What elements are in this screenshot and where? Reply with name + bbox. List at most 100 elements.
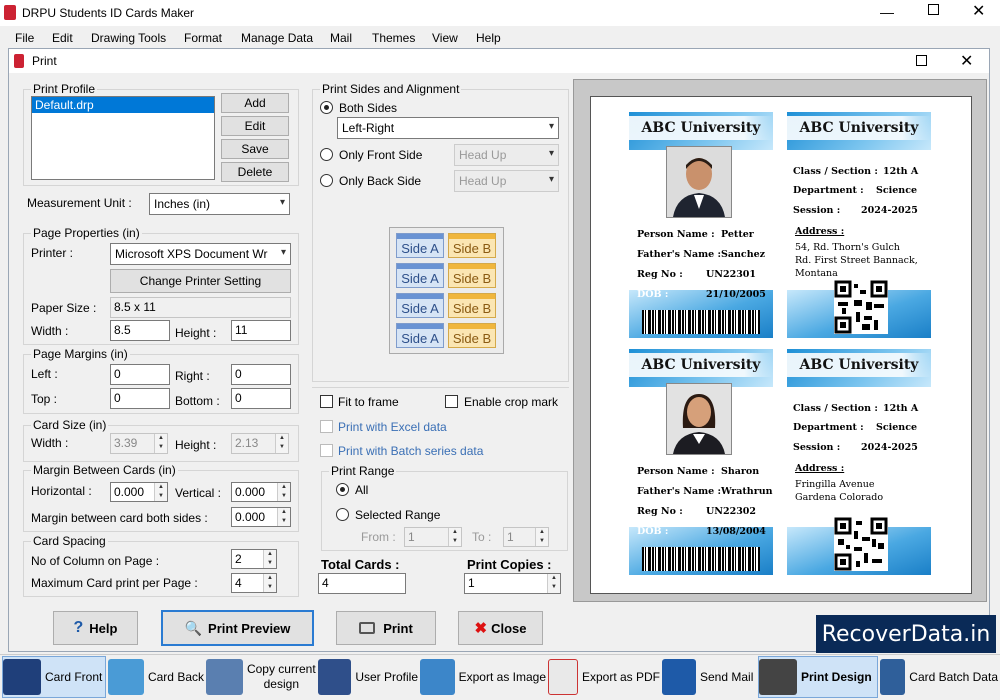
back-side-value: Head Up bbox=[459, 174, 507, 188]
side-a-cell: Side A bbox=[396, 263, 444, 288]
both-sides-select[interactable]: Left-Right ▾ bbox=[337, 117, 559, 139]
card-back-button[interactable]: Card Back bbox=[108, 656, 204, 698]
delete-profile-button[interactable]: Delete bbox=[221, 162, 289, 182]
front-side-radio[interactable] bbox=[320, 148, 333, 161]
class-value: 12th A bbox=[883, 403, 919, 414]
menu-file[interactable]: File bbox=[15, 31, 34, 45]
range-to-field: 1 ▲ ▼ bbox=[503, 527, 549, 547]
vertical-margin-field[interactable]: 0.000 ▲ ▼ bbox=[231, 482, 291, 502]
department-value: Science bbox=[876, 422, 918, 433]
copy-design-button[interactable]: Copy current design bbox=[206, 656, 316, 698]
card-batch-data-button[interactable]: Card Batch Data bbox=[880, 656, 998, 698]
app-icon bbox=[4, 5, 16, 20]
card-header: ABC University bbox=[629, 112, 773, 150]
spinner-icon[interactable]: ▲ ▼ bbox=[263, 574, 276, 592]
export-image-button[interactable]: Export as Image bbox=[420, 656, 546, 698]
menu-format[interactable]: Format bbox=[184, 31, 222, 45]
menu-bar: File Edit Drawing Tools Format Manage Da… bbox=[0, 26, 1000, 48]
export-pdf-button[interactable]: Export as PDF bbox=[548, 656, 660, 698]
both-sides-margin-field[interactable]: 0.000 ▲ ▼ bbox=[231, 507, 291, 527]
add-profile-button[interactable]: Add bbox=[221, 93, 289, 113]
margin-between-label: Margin Between Cards (in) bbox=[31, 463, 178, 477]
range-selected-radio[interactable] bbox=[336, 508, 349, 521]
print-button[interactable]: Print bbox=[336, 611, 436, 645]
card-header: ABC University bbox=[787, 112, 931, 150]
mail-icon bbox=[662, 659, 696, 695]
card-university: ABC University bbox=[641, 120, 761, 136]
margin-top-field[interactable]: 0 bbox=[110, 388, 170, 409]
spinner-icon: ▲ ▼ bbox=[275, 434, 288, 453]
close-button[interactable]: ✖ Close bbox=[458, 611, 543, 645]
menu-edit[interactable]: Edit bbox=[52, 31, 73, 45]
spinner-icon[interactable]: ▲ ▼ bbox=[277, 483, 290, 501]
total-cards-label: Total Cards : bbox=[321, 557, 400, 572]
id-card-back-1: ABC University Class / Section : 12th A … bbox=[787, 112, 931, 338]
class-label: Class / Section : bbox=[793, 166, 878, 177]
close-x-icon: ✖ bbox=[474, 620, 488, 637]
chevron-down-icon: ▾ bbox=[279, 197, 285, 208]
spinner-icon[interactable]: ▲ ▼ bbox=[154, 483, 167, 501]
spinner-icon[interactable]: ▲ ▼ bbox=[263, 550, 276, 568]
card-spacing-label: Card Spacing bbox=[31, 534, 108, 548]
preview-magnifier-icon: 🔍 bbox=[184, 619, 203, 636]
chevron-down-icon: ▾ bbox=[548, 174, 554, 185]
total-cards-field: 4 bbox=[318, 573, 406, 594]
help-button[interactable]: ? Help bbox=[53, 611, 138, 645]
page-height-field[interactable]: 11 bbox=[231, 320, 291, 341]
vertical-margin-value: 0.000 bbox=[235, 485, 266, 499]
measurement-unit-label: Measurement Unit : bbox=[27, 196, 132, 210]
spinner-icon[interactable]: ▲ ▼ bbox=[547, 574, 560, 593]
crop-mark-checkbox[interactable] bbox=[445, 395, 458, 408]
department-label: Department : bbox=[793, 422, 864, 433]
margin-left-field[interactable]: 0 bbox=[110, 364, 170, 385]
horizontal-margin-field[interactable]: 0.000 ▲ ▼ bbox=[110, 482, 168, 502]
dialog-close-icon[interactable]: ✕ bbox=[960, 51, 973, 71]
menu-help[interactable]: Help bbox=[476, 31, 501, 45]
menu-mail[interactable]: Mail bbox=[330, 31, 352, 45]
fit-to-frame-checkbox[interactable] bbox=[320, 395, 333, 408]
minimize-icon[interactable]: — bbox=[880, 4, 894, 20]
printer-select[interactable]: Microsoft XPS Document Wr ▾ bbox=[110, 243, 291, 265]
menu-manage-data[interactable]: Manage Data bbox=[241, 31, 313, 45]
profile-list-item[interactable]: Default.drp bbox=[32, 97, 214, 113]
print-copies-field[interactable]: 1 ▲ ▼ bbox=[464, 573, 561, 594]
max-cards-field[interactable]: 4 ▲ ▼ bbox=[231, 573, 277, 593]
measurement-unit-select[interactable]: Inches (in) ▾ bbox=[149, 193, 290, 215]
dialog-maximize-icon[interactable] bbox=[916, 55, 927, 66]
person-name-value: Petter bbox=[721, 229, 754, 240]
user-profile-button[interactable]: User Profile bbox=[318, 656, 418, 698]
dob-value: 13/08/2004 bbox=[706, 526, 766, 537]
excel-data-checkbox[interactable] bbox=[320, 420, 333, 433]
range-all-radio[interactable] bbox=[336, 483, 349, 496]
image-export-icon bbox=[420, 659, 455, 695]
chevron-down-icon: ▾ bbox=[280, 247, 286, 258]
spinner-icon[interactable]: ▲ ▼ bbox=[277, 508, 290, 526]
close-icon[interactable]: ✕ bbox=[972, 1, 985, 21]
batch-data-checkbox[interactable] bbox=[320, 444, 333, 457]
side-a-cell: Side A bbox=[396, 293, 444, 318]
margin-bottom-label: Bottom : bbox=[175, 394, 220, 408]
profile-list[interactable]: Default.drp bbox=[31, 96, 215, 180]
send-mail-button[interactable]: Send Mail bbox=[662, 656, 756, 698]
menu-themes[interactable]: Themes bbox=[372, 31, 415, 45]
side-a-cell: Side A bbox=[396, 233, 444, 258]
restore-icon[interactable] bbox=[928, 4, 939, 15]
print-preview-button[interactable]: 🔍 Print Preview bbox=[161, 610, 314, 646]
address-label: Address : bbox=[795, 226, 845, 237]
menu-view[interactable]: View bbox=[432, 31, 458, 45]
menu-drawing-tools[interactable]: Drawing Tools bbox=[91, 31, 166, 45]
page-width-field[interactable]: 8.5 bbox=[110, 320, 170, 341]
address-line: Fringilla Avenue bbox=[795, 479, 875, 490]
change-printer-setting-button[interactable]: Change Printer Setting bbox=[110, 269, 291, 293]
side-layout-preview: Side A Side B Side A Side B Side A Side … bbox=[389, 227, 504, 354]
save-profile-button[interactable]: Save bbox=[221, 139, 289, 159]
both-sides-radio[interactable] bbox=[320, 101, 333, 114]
back-side-radio[interactable] bbox=[320, 174, 333, 187]
print-design-button[interactable]: Print Design bbox=[758, 656, 878, 698]
columns-field[interactable]: 2 ▲ ▼ bbox=[231, 549, 277, 569]
margin-right-field[interactable]: 0 bbox=[231, 364, 291, 385]
close-button-label: Close bbox=[491, 620, 527, 636]
edit-profile-button[interactable]: Edit bbox=[221, 116, 289, 136]
margin-bottom-field[interactable]: 0 bbox=[231, 388, 291, 409]
card-front-button[interactable]: Card Front bbox=[2, 656, 106, 698]
